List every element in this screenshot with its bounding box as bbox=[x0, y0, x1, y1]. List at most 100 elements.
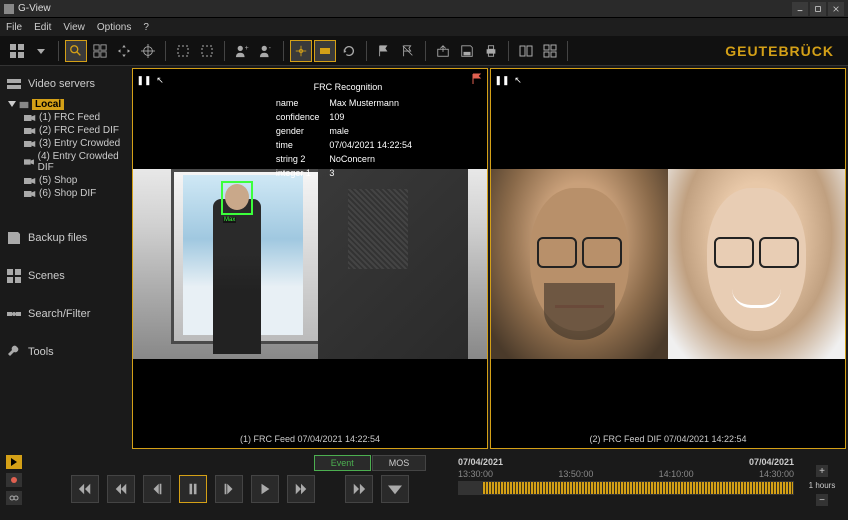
pause-button[interactable] bbox=[179, 475, 207, 503]
sidebar-label: Backup files bbox=[28, 232, 87, 244]
tab-event[interactable]: Event bbox=[314, 455, 371, 471]
mini-play-icon[interactable] bbox=[6, 455, 22, 469]
sidebar-video-servers[interactable]: Video servers bbox=[4, 72, 126, 96]
feed-label: (5) Shop bbox=[39, 175, 77, 186]
dropdown-icon[interactable] bbox=[30, 40, 52, 62]
skip-forward-far-button[interactable] bbox=[345, 475, 373, 503]
feed-item[interactable]: (2) FRC Feed DIF bbox=[4, 124, 126, 137]
sidebar-label: Search/Filter bbox=[28, 308, 90, 320]
tick: 14:10:00 bbox=[659, 469, 694, 479]
minimize-button[interactable] bbox=[792, 2, 808, 16]
maximize-button[interactable] bbox=[810, 2, 826, 16]
menubar: File Edit View Options ? bbox=[0, 18, 848, 36]
bottom-bar: Event MOS 07/04/2021 07/04/2021 13:30:00… bbox=[0, 451, 848, 520]
camera-icon bbox=[24, 140, 36, 148]
camera-icon bbox=[24, 114, 36, 122]
sidebar-backup-files[interactable]: Backup files bbox=[4, 226, 126, 250]
grid-view-icon[interactable] bbox=[89, 40, 111, 62]
panel-pause-icon[interactable]: ❚❚ bbox=[137, 73, 151, 87]
mini-marker-icon[interactable] bbox=[6, 473, 22, 487]
panel-caption-right: (2) FRC Feed DIF 07/04/2021 14:22:54 bbox=[491, 434, 845, 444]
person-walking bbox=[213, 199, 261, 354]
overlay-value: 3 bbox=[329, 167, 420, 179]
overlay-key: confidence bbox=[276, 111, 328, 123]
select1-icon[interactable] bbox=[172, 40, 194, 62]
menu-options[interactable]: Options bbox=[97, 22, 131, 33]
zoom-icon[interactable] bbox=[65, 40, 87, 62]
sidebar-scenes[interactable]: Scenes bbox=[4, 264, 126, 288]
zoom-in-button[interactable]: + bbox=[816, 465, 828, 477]
zoom-out-button[interactable]: − bbox=[816, 494, 828, 506]
refresh-icon[interactable] bbox=[338, 40, 360, 62]
target-icon[interactable] bbox=[137, 40, 159, 62]
app-icon bbox=[4, 4, 14, 14]
split-h-icon[interactable] bbox=[515, 40, 537, 62]
panel-pause-icon[interactable]: ❚❚ bbox=[495, 73, 509, 87]
tick: 13:50:00 bbox=[558, 469, 593, 479]
feed-item[interactable]: (6) Shop DIF bbox=[4, 187, 126, 200]
overlay-key: integer 1 bbox=[276, 167, 328, 179]
person-add-icon[interactable]: + bbox=[231, 40, 253, 62]
print-icon[interactable] bbox=[480, 40, 502, 62]
panel-cursor-icon[interactable]: ↖ bbox=[511, 73, 525, 87]
flag-icon[interactable] bbox=[373, 40, 395, 62]
sidebar: Video servers Local (1) FRC Feed (2) FRC… bbox=[0, 66, 130, 451]
feed-item[interactable]: (3) Entry Crowded bbox=[4, 137, 126, 150]
window-controls bbox=[792, 2, 844, 16]
tick: 13:30:00 bbox=[458, 469, 493, 479]
layout-grid-icon[interactable] bbox=[6, 40, 28, 62]
rect-icon[interactable] bbox=[314, 40, 336, 62]
close-button[interactable] bbox=[828, 2, 844, 16]
step-back-button[interactable] bbox=[143, 475, 171, 503]
feed-label: (3) Entry Crowded bbox=[39, 138, 120, 149]
video-panel-left[interactable]: ❚❚ ↖ FRC Recognition nameMax Mustermann … bbox=[132, 68, 488, 449]
timeline-bar[interactable] bbox=[458, 481, 794, 495]
feed-item[interactable]: (1) FRC Feed bbox=[4, 111, 126, 124]
camera-icon bbox=[24, 158, 35, 166]
flag-off-icon[interactable] bbox=[397, 40, 419, 62]
fast-forward-button[interactable] bbox=[287, 475, 315, 503]
crosshair-icon[interactable] bbox=[290, 40, 312, 62]
menu-edit[interactable]: Edit bbox=[34, 22, 51, 33]
feed-label: (6) Shop DIF bbox=[39, 188, 96, 199]
dropdown-playback-icon[interactable] bbox=[381, 475, 409, 503]
video-panel-right[interactable]: ❚❚ ↖ (2) FRC Feed DIF 07/04/2021 14:22:5… bbox=[490, 68, 846, 449]
viewer-area: ❚❚ ↖ FRC Recognition nameMax Mustermann … bbox=[130, 66, 848, 451]
overlay-key: gender bbox=[276, 125, 328, 137]
overlay-value: male bbox=[329, 125, 420, 137]
brand-label: GEUTEBRÜCK bbox=[725, 43, 842, 59]
save-icon[interactable] bbox=[456, 40, 478, 62]
feed-item[interactable]: (5) Shop bbox=[4, 174, 126, 187]
select2-icon[interactable] bbox=[196, 40, 218, 62]
timeline-date-left: 07/04/2021 bbox=[458, 457, 503, 467]
export-icon[interactable] bbox=[432, 40, 454, 62]
camera-icon bbox=[24, 127, 36, 135]
menu-help[interactable]: ? bbox=[143, 22, 149, 33]
mini-link-icon[interactable] bbox=[6, 491, 22, 505]
panel-cursor-icon[interactable]: ↖ bbox=[153, 73, 167, 87]
person-remove-icon[interactable]: - bbox=[255, 40, 277, 62]
rewind-button[interactable] bbox=[107, 475, 135, 503]
move-icon[interactable] bbox=[113, 40, 135, 62]
timeline-zoom-controls: + 1 hours − bbox=[802, 453, 842, 518]
skip-back-far-button[interactable] bbox=[71, 475, 99, 503]
menu-file[interactable]: File bbox=[6, 22, 22, 33]
feed-item[interactable]: (4) Entry Crowded DIF bbox=[4, 150, 126, 174]
face-closeup-left bbox=[491, 169, 668, 359]
tab-mos[interactable]: MOS bbox=[372, 455, 427, 471]
tree-expander[interactable]: Local bbox=[4, 98, 126, 111]
step-forward-button[interactable] bbox=[215, 475, 243, 503]
window-title: G-View bbox=[18, 3, 792, 14]
panel-flag-icon[interactable] bbox=[471, 73, 483, 85]
svg-text:-: - bbox=[269, 45, 272, 52]
tree-local[interactable]: Local bbox=[32, 99, 64, 110]
sidebar-tools[interactable]: Tools bbox=[4, 340, 126, 364]
split-q-icon[interactable] bbox=[539, 40, 561, 62]
video-frame: Max bbox=[133, 169, 487, 359]
play-button[interactable] bbox=[251, 475, 279, 503]
overlay-key: time bbox=[276, 139, 328, 151]
menu-view[interactable]: View bbox=[63, 22, 85, 33]
sidebar-search-filter[interactable]: Search/Filter bbox=[4, 302, 126, 326]
face-detection-box: Max bbox=[221, 181, 253, 215]
server-tree: Local (1) FRC Feed (2) FRC Feed DIF (3) … bbox=[4, 98, 126, 200]
